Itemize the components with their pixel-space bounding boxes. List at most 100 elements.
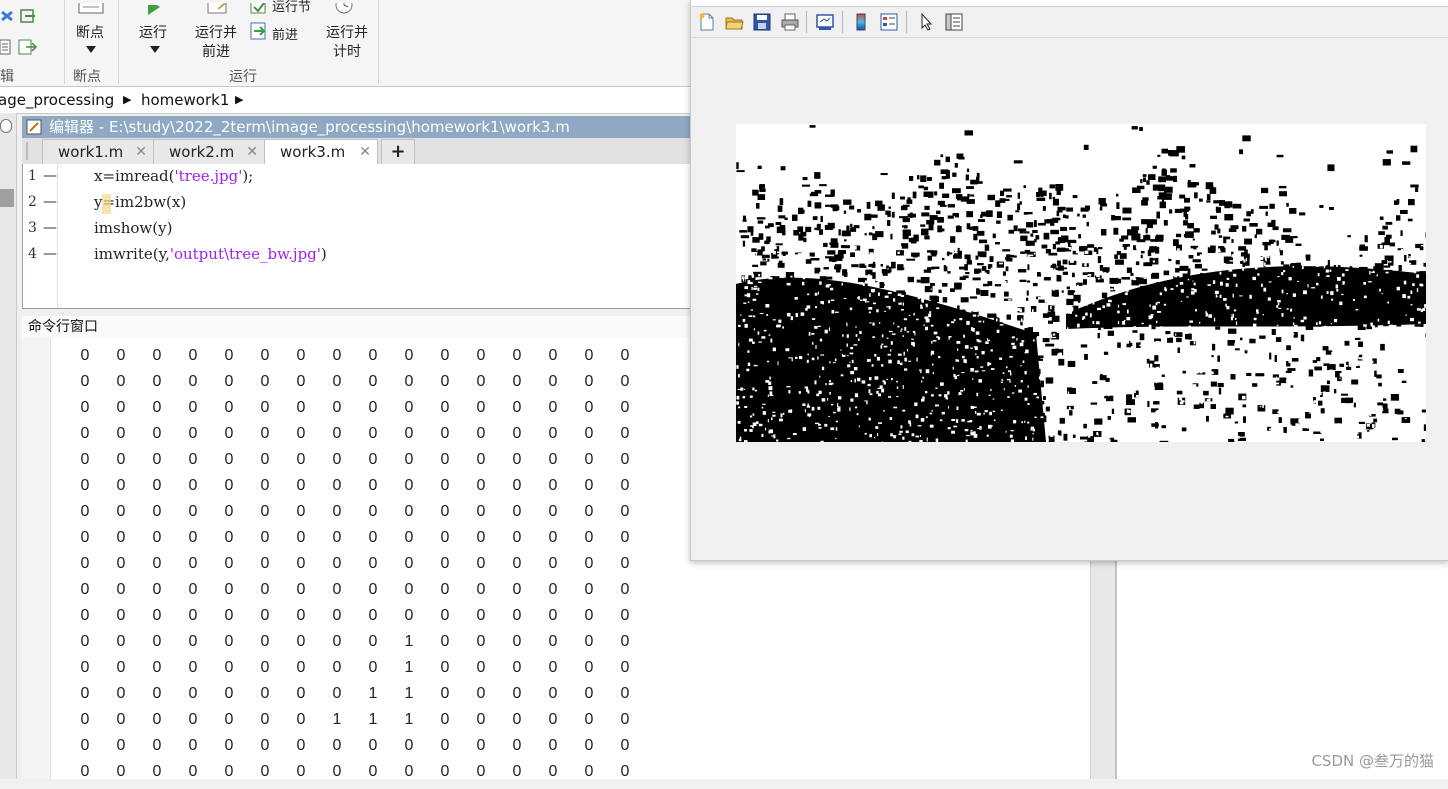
matrix-cell: 0 xyxy=(151,763,163,781)
matrix-cell: 0 xyxy=(79,503,91,521)
code-text: imshow(y) xyxy=(94,219,172,237)
breadcrumb-segment[interactable]: homework1 xyxy=(141,87,229,113)
breadcrumb-segment[interactable]: age_processing xyxy=(0,87,114,113)
matrix-cell: 0 xyxy=(187,477,199,495)
run-group-label: 运行 xyxy=(229,66,257,86)
toolbar-icon-partial-1[interactable] xyxy=(0,8,14,24)
run-advance-button-line2[interactable]: 前进 xyxy=(202,41,230,61)
matrix-cell: 0 xyxy=(511,555,523,573)
run-time-icon[interactable] xyxy=(334,0,354,12)
matrix-cell: 0 xyxy=(547,581,559,599)
matrix-cell: 0 xyxy=(259,477,271,495)
code-line[interactable]: imwrite(y,'output\tree_bw.jpg') xyxy=(94,245,327,263)
breadcrumb-arrow-icon[interactable]: ▶ xyxy=(235,87,243,113)
matrix-cell: 0 xyxy=(295,633,307,651)
advance-icon[interactable] xyxy=(250,22,268,40)
matrix-cell: 0 xyxy=(619,711,631,729)
matrix-cell: 0 xyxy=(151,607,163,625)
toolbar-icon-partial-3[interactable] xyxy=(0,38,12,56)
matrix-cell: 0 xyxy=(367,373,379,391)
matrix-cell: 0 xyxy=(547,425,559,443)
matrix-cell: 0 xyxy=(223,685,235,703)
tab-label: work3.m xyxy=(280,140,345,164)
close-icon[interactable]: ✕ xyxy=(359,140,371,164)
close-icon[interactable]: ✕ xyxy=(246,140,258,164)
add-tab-button[interactable]: + xyxy=(381,139,415,164)
panel-menu-icon[interactable] xyxy=(0,119,12,133)
close-icon[interactable]: ✕ xyxy=(135,140,147,164)
run-advance-button-line1[interactable]: 运行并 xyxy=(195,22,237,42)
breadcrumb-arrow-icon[interactable]: ▶ xyxy=(123,87,131,113)
matrix-cell: 0 xyxy=(115,477,127,495)
binary-image-display[interactable] xyxy=(736,124,1426,442)
run-button[interactable]: 运行 xyxy=(139,22,167,42)
matrix-cell: 0 xyxy=(331,659,343,677)
run-advance-icon[interactable] xyxy=(206,0,230,12)
matrix-cell: 0 xyxy=(79,737,91,755)
matrix-cell: 0 xyxy=(223,347,235,365)
breakpoint-marker[interactable]: — xyxy=(43,194,57,210)
toolbar-icon-partial-4[interactable] xyxy=(18,38,38,56)
legend-icon[interactable] xyxy=(879,12,899,32)
matrix-cell: 0 xyxy=(475,399,487,417)
property-editor-icon[interactable] xyxy=(944,12,964,32)
matrix-cell: 0 xyxy=(79,425,91,443)
run-time-button-line1[interactable]: 运行并 xyxy=(326,22,368,42)
breakpoint-marker[interactable]: — xyxy=(43,168,57,184)
code-line[interactable]: imshow(y) xyxy=(94,219,172,237)
matrix-cell: 0 xyxy=(511,399,523,417)
matrix-cell: 0 xyxy=(367,763,379,781)
tab-work3[interactable]: work3.m ✕ xyxy=(264,139,378,165)
breakpoint-icon[interactable] xyxy=(76,0,106,12)
matrix-cell: 0 xyxy=(331,451,343,469)
matrix-cell: 0 xyxy=(151,425,163,443)
matrix-cell: 0 xyxy=(331,763,343,781)
breakpoint-button[interactable]: 断点 xyxy=(76,22,104,42)
matrix-cell: 0 xyxy=(295,373,307,391)
matrix-cell: 0 xyxy=(367,425,379,443)
colorbar-icon[interactable] xyxy=(851,12,871,32)
matrix-cell: 0 xyxy=(223,633,235,651)
run-section-button[interactable]: 运行节 xyxy=(272,0,311,15)
matrix-cell: 0 xyxy=(223,763,235,781)
matrix-cell: 0 xyxy=(439,581,451,599)
matrix-cell: 0 xyxy=(583,581,595,599)
pointer-icon[interactable] xyxy=(917,12,937,32)
save-icon[interactable] xyxy=(752,12,772,32)
matrix-cell: 0 xyxy=(547,711,559,729)
breakpoint-dropdown-icon[interactable] xyxy=(86,46,96,53)
toolbar-icon-partial-2[interactable] xyxy=(20,8,38,24)
matrix-cell: 0 xyxy=(619,529,631,547)
breakpoint-marker[interactable]: — xyxy=(43,220,57,236)
link-plot-icon[interactable] xyxy=(815,12,835,32)
matrix-cell: 0 xyxy=(403,763,415,781)
matrix-cell: 0 xyxy=(151,711,163,729)
open-file-icon[interactable] xyxy=(724,12,744,32)
code-editor[interactable]: 1—2—3—4— x=imread('tree.jpg');y=im2bw(x)… xyxy=(22,164,692,309)
advance-button[interactable]: 前进 xyxy=(272,24,298,43)
editor-tab-strip: work1.m ✕ work2.m ✕ work3.m ✕ + xyxy=(22,138,690,165)
matrix-cell: 0 xyxy=(439,711,451,729)
address-bar[interactable]: age_processing ▶ homework1 ▶ xyxy=(0,87,690,114)
figure-title-bar[interactable] xyxy=(691,0,1448,7)
tab-work1[interactable]: work1.m ✕ xyxy=(42,139,154,164)
matrix-cell: 0 xyxy=(295,711,307,729)
current-folder-panel-collapsed[interactable] xyxy=(0,113,17,779)
code-line[interactable]: x=imread('tree.jpg'); xyxy=(94,167,253,185)
run-dropdown-icon[interactable] xyxy=(150,46,160,53)
matrix-cell: 0 xyxy=(151,451,163,469)
breakpoint-marker[interactable]: — xyxy=(43,246,57,262)
run-icon[interactable] xyxy=(144,0,164,10)
tab-work2[interactable]: work2.m ✕ xyxy=(153,139,265,164)
matrix-cell: 0 xyxy=(331,477,343,495)
figure-window[interactable] xyxy=(690,0,1448,561)
matrix-cell: 0 xyxy=(115,581,127,599)
run-section-icon[interactable] xyxy=(250,0,268,12)
new-figure-icon[interactable] xyxy=(697,12,717,32)
matrix-cell: 0 xyxy=(79,529,91,547)
print-icon[interactable] xyxy=(780,12,800,32)
matrix-cell: 0 xyxy=(547,685,559,703)
matrix-cell: 0 xyxy=(259,711,271,729)
matrix-cell: 0 xyxy=(151,347,163,365)
run-time-button-line2[interactable]: 计时 xyxy=(333,41,361,61)
